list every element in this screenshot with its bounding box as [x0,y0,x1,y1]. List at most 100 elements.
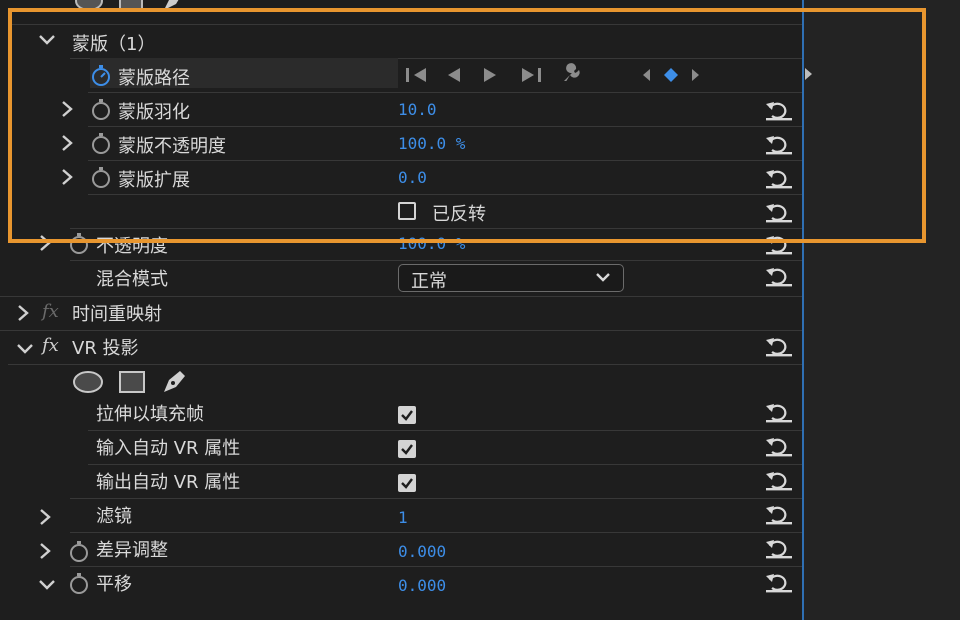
playhead-marker-icon [805,68,812,80]
divider [70,260,802,261]
chevron-right-icon[interactable] [16,304,34,324]
stopwatch-icon[interactable] [90,64,112,86]
reset-icon[interactable] [764,166,794,190]
reset-icon[interactable] [764,132,794,156]
vr-projection-row[interactable]: fx VR 投影 [0,330,802,364]
reset-icon[interactable] [764,400,794,424]
diff-adjust-label: 差异调整 [96,540,168,561]
mask-opacity-row[interactable]: 蒙版不透明度 100.0 % [0,126,802,160]
mask-expansion-value[interactable]: 0.0 [398,168,427,187]
blend-mode-value: 正常 [411,271,447,292]
checkmark-icon [401,478,413,489]
mask-shape-tools-row [0,364,802,398]
time-remap-row[interactable]: fx 时间重映射 [0,296,802,330]
filter-label: 滤镜 [96,506,132,527]
stopwatch-icon[interactable] [68,572,90,594]
inverted-checkbox[interactable] [398,202,416,220]
pan-value[interactable]: 0.000 [398,576,446,595]
time-remap-label: 时间重映射 [72,304,162,325]
filter-row[interactable]: 滤镜 1 [0,500,802,534]
reset-icon[interactable] [764,570,794,594]
chevron-down-icon[interactable] [38,33,56,53]
rectangle-mask-icon[interactable] [118,370,146,394]
fx-icon[interactable]: fx [42,335,59,356]
reset-icon[interactable] [764,536,794,560]
mask-path-row[interactable]: 蒙版路径 [0,58,802,92]
wrench-icon[interactable] [558,63,580,81]
pen-mask-icon[interactable] [160,368,188,396]
step-back-icon[interactable] [444,66,466,84]
chevron-right-icon[interactable] [38,508,56,528]
mask-path-label: 蒙版路径 [118,68,190,89]
go-to-next-keyframe-icon[interactable] [520,66,542,84]
stopwatch-icon[interactable] [90,132,112,154]
checkmark-icon [401,444,413,455]
chevron-down-icon[interactable] [38,578,56,598]
step-forward-icon[interactable] [482,66,504,84]
playhead-line[interactable] [802,0,804,620]
pen-mask-icon[interactable] [160,0,186,14]
auto-vr-out-checkbox[interactable] [398,474,416,492]
stopwatch-icon[interactable] [90,98,112,120]
chevron-right-icon[interactable] [60,100,78,120]
previous-keyframe-arrow-icon[interactable] [640,66,662,84]
next-keyframe-arrow-icon[interactable] [690,66,712,84]
stretch-fill-row[interactable]: 拉伸以填充帧 [0,398,802,432]
inverted-label: 已反转 [432,204,486,225]
checkmark-icon [401,410,413,421]
reset-icon[interactable] [764,502,794,526]
opacity-row[interactable]: 不透明度 100.0 % [0,226,802,260]
mask-group-label: 蒙版（1） [72,34,156,55]
ellipse-mask-icon[interactable] [74,0,104,12]
reset-icon[interactable] [764,334,794,358]
chevron-right-icon[interactable] [38,234,56,254]
auto-vr-in-checkbox[interactable] [398,440,416,458]
diff-adjust-row[interactable]: 差异调整 0.000 [0,534,802,568]
pan-row[interactable]: 平移 0.000 [0,568,802,602]
reset-icon[interactable] [764,468,794,492]
ellipse-mask-icon[interactable] [72,370,104,394]
reset-icon[interactable] [764,232,794,256]
mask-feather-value[interactable]: 10.0 [398,100,437,119]
divider [88,464,802,465]
pan-label: 平移 [96,574,132,595]
mask-shape-tools-row-top [0,0,802,18]
blend-mode-label: 混合模式 [96,269,168,290]
stopwatch-icon[interactable] [68,232,90,254]
chevron-right-icon[interactable] [60,168,78,188]
reset-icon[interactable] [764,200,794,224]
keyframe-diamond-icon[interactable] [662,66,684,84]
vr-projection-label: VR 投影 [72,338,139,359]
chevron-down-icon[interactable] [16,342,34,362]
chevron-right-icon[interactable] [38,542,56,562]
stopwatch-icon[interactable] [90,166,112,188]
stopwatch-icon[interactable] [68,540,90,562]
reset-icon[interactable] [764,434,794,458]
mask-group-row[interactable]: 蒙版（1） [0,24,802,58]
inverted-row[interactable]: 已反转 [0,194,802,228]
stretch-fill-checkbox[interactable] [398,406,416,424]
opacity-label: 不透明度 [96,236,168,257]
mask-opacity-label: 蒙版不透明度 [118,136,226,157]
mask-opacity-value[interactable]: 100.0 % [398,134,465,153]
auto-vr-out-row[interactable]: 输出自动 VR 属性 [0,466,802,500]
auto-vr-in-row[interactable]: 输入自动 VR 属性 [0,432,802,466]
divider [88,430,802,431]
auto-vr-out-label: 输出自动 VR 属性 [96,472,241,493]
diff-adjust-value[interactable]: 0.000 [398,542,446,561]
blend-mode-dropdown[interactable]: 正常 [398,264,624,292]
mask-feather-label: 蒙版羽化 [118,102,190,123]
filter-value[interactable]: 1 [398,508,408,527]
stretch-fill-label: 拉伸以填充帧 [96,404,204,425]
mask-feather-row[interactable]: 蒙版羽化 10.0 [0,92,802,126]
fx-icon[interactable]: fx [42,301,59,322]
timeline-area[interactable] [804,0,960,620]
reset-icon[interactable] [764,98,794,122]
go-to-previous-keyframe-icon[interactable] [406,66,428,84]
mask-expansion-row[interactable]: 蒙版扩展 0.0 [0,160,802,194]
reset-icon[interactable] [764,264,794,288]
chevron-right-icon[interactable] [60,134,78,154]
blend-mode-row[interactable]: 混合模式 正常 [0,262,802,296]
opacity-value[interactable]: 100.0 % [398,234,465,253]
rectangle-mask-icon[interactable] [118,0,144,12]
